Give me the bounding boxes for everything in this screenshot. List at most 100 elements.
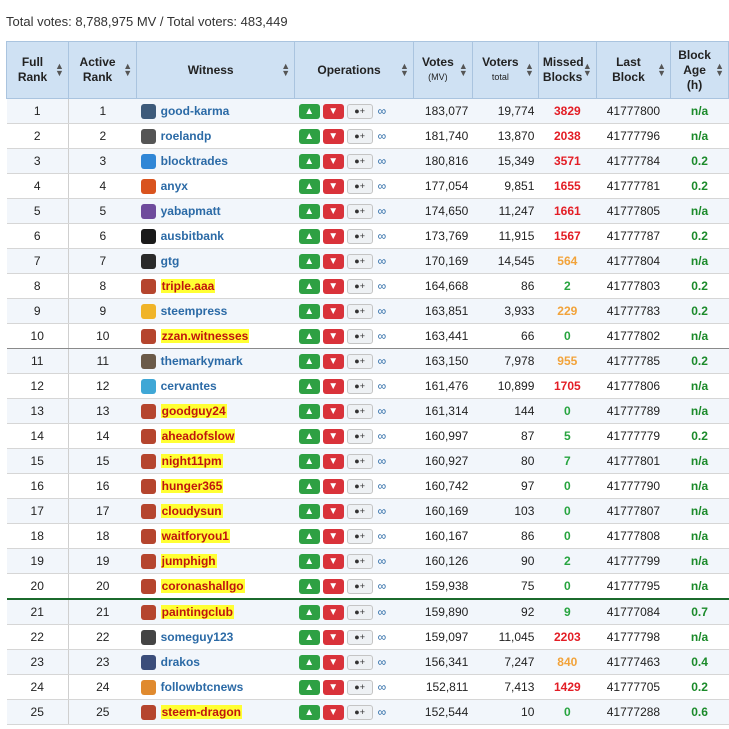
link-icon[interactable]: ∞ xyxy=(378,429,387,443)
col-voters[interactable]: Voters total ▲ ▼ xyxy=(471,41,539,99)
witness-name-link[interactable]: roelandp xyxy=(161,129,212,143)
add-user-icon[interactable]: ●+ xyxy=(346,578,373,594)
witness-name-link[interactable]: steempress xyxy=(161,304,228,318)
witness-name-link[interactable]: steem-dragon xyxy=(160,705,242,719)
link-icon[interactable]: ∞ xyxy=(378,379,387,393)
add-user-icon[interactable]: ●+ xyxy=(346,704,373,720)
thumbs-up-icon[interactable]: ▲ xyxy=(298,629,320,645)
witness-name-link[interactable]: blocktrades xyxy=(161,154,228,168)
thumbs-down-icon[interactable]: ▼ xyxy=(322,328,344,344)
witness-name-link[interactable]: zzan.witnesses xyxy=(160,329,250,343)
link-icon[interactable]: ∞ xyxy=(378,705,387,719)
witness-name-link[interactable]: hunger365 xyxy=(160,479,224,493)
link-icon[interactable]: ∞ xyxy=(378,354,387,368)
link-icon[interactable]: ∞ xyxy=(378,554,387,568)
thumbs-up-icon[interactable]: ▲ xyxy=(298,604,320,620)
thumbs-down-icon[interactable]: ▼ xyxy=(322,228,344,244)
thumbs-down-icon[interactable]: ▼ xyxy=(322,679,344,695)
link-icon[interactable]: ∞ xyxy=(378,630,387,644)
add-user-icon[interactable]: ●+ xyxy=(346,503,373,519)
link-icon[interactable]: ∞ xyxy=(378,529,387,543)
witness-name-link[interactable]: gtg xyxy=(161,254,180,268)
col-witness[interactable]: Witness ▲ ▼ xyxy=(136,41,296,99)
thumbs-down-icon[interactable]: ▼ xyxy=(322,178,344,194)
thumbs-down-icon[interactable]: ▼ xyxy=(322,478,344,494)
thumbs-up-icon[interactable]: ▲ xyxy=(298,303,320,319)
add-user-icon[interactable]: ●+ xyxy=(346,153,373,169)
link-icon[interactable]: ∞ xyxy=(378,279,387,293)
thumbs-down-icon[interactable]: ▼ xyxy=(322,453,344,469)
add-user-icon[interactable]: ●+ xyxy=(346,103,373,119)
link-icon[interactable]: ∞ xyxy=(378,329,387,343)
thumbs-up-icon[interactable]: ▲ xyxy=(298,253,320,269)
thumbs-up-icon[interactable]: ▲ xyxy=(298,503,320,519)
col-votes[interactable]: Votes (MV) ▲ ▼ xyxy=(412,41,473,99)
thumbs-down-icon[interactable]: ▼ xyxy=(322,303,344,319)
thumbs-up-icon[interactable]: ▲ xyxy=(298,153,320,169)
col-active-rank[interactable]: Active Rank ▲ ▼ xyxy=(67,41,138,99)
add-user-icon[interactable]: ●+ xyxy=(346,253,373,269)
link-icon[interactable]: ∞ xyxy=(378,154,387,168)
thumbs-down-icon[interactable]: ▼ xyxy=(322,629,344,645)
col-last-block[interactable]: Last Block ▲ ▼ xyxy=(595,41,672,99)
link-icon[interactable]: ∞ xyxy=(378,129,387,143)
thumbs-up-icon[interactable]: ▲ xyxy=(298,478,320,494)
add-user-icon[interactable]: ●+ xyxy=(346,178,373,194)
add-user-icon[interactable]: ●+ xyxy=(346,203,373,219)
add-user-icon[interactable]: ●+ xyxy=(346,303,373,319)
add-user-icon[interactable]: ●+ xyxy=(346,378,373,394)
witness-name-link[interactable]: yabapmatt xyxy=(161,204,221,218)
thumbs-down-icon[interactable]: ▼ xyxy=(322,128,344,144)
witness-name-link[interactable]: anyx xyxy=(161,179,188,193)
witness-name-link[interactable]: aheadofslow xyxy=(160,429,236,443)
link-icon[interactable]: ∞ xyxy=(378,479,387,493)
add-user-icon[interactable]: ●+ xyxy=(346,604,373,620)
thumbs-up-icon[interactable]: ▲ xyxy=(298,578,320,594)
thumbs-down-icon[interactable]: ▼ xyxy=(322,378,344,394)
col-operations[interactable]: Operations ▲ ▼ xyxy=(294,41,414,99)
thumbs-up-icon[interactable]: ▲ xyxy=(298,453,320,469)
witness-name-link[interactable]: themarkymark xyxy=(161,354,243,368)
thumbs-up-icon[interactable]: ▲ xyxy=(298,654,320,670)
add-user-icon[interactable]: ●+ xyxy=(346,428,373,444)
witness-name-link[interactable]: drakos xyxy=(161,655,200,669)
thumbs-up-icon[interactable]: ▲ xyxy=(298,403,320,419)
witness-name-link[interactable]: ausbitbank xyxy=(161,229,224,243)
col-missed-blocks[interactable]: Missed Blocks ▲ ▼ xyxy=(537,41,597,99)
link-icon[interactable]: ∞ xyxy=(378,404,387,418)
link-icon[interactable]: ∞ xyxy=(378,655,387,669)
link-icon[interactable]: ∞ xyxy=(378,304,387,318)
thumbs-up-icon[interactable]: ▲ xyxy=(298,128,320,144)
thumbs-down-icon[interactable]: ▼ xyxy=(322,528,344,544)
thumbs-up-icon[interactable]: ▲ xyxy=(298,228,320,244)
link-icon[interactable]: ∞ xyxy=(378,179,387,193)
witness-name-link[interactable]: cloudysun xyxy=(160,504,223,518)
thumbs-up-icon[interactable]: ▲ xyxy=(298,528,320,544)
add-user-icon[interactable]: ●+ xyxy=(346,453,373,469)
thumbs-down-icon[interactable]: ▼ xyxy=(322,503,344,519)
witness-name-link[interactable]: jumphigh xyxy=(160,554,217,568)
thumbs-up-icon[interactable]: ▲ xyxy=(298,278,320,294)
thumbs-down-icon[interactable]: ▼ xyxy=(322,704,344,720)
witness-name-link[interactable]: followbtcnews xyxy=(161,680,244,694)
add-user-icon[interactable]: ●+ xyxy=(346,679,373,695)
thumbs-down-icon[interactable]: ▼ xyxy=(322,103,344,119)
link-icon[interactable]: ∞ xyxy=(378,204,387,218)
add-user-icon[interactable]: ●+ xyxy=(346,128,373,144)
thumbs-down-icon[interactable]: ▼ xyxy=(322,604,344,620)
thumbs-up-icon[interactable]: ▲ xyxy=(298,704,320,720)
add-user-icon[interactable]: ●+ xyxy=(346,478,373,494)
thumbs-down-icon[interactable]: ▼ xyxy=(322,278,344,294)
witness-name-link[interactable]: waitforyou1 xyxy=(160,529,230,543)
add-user-icon[interactable]: ●+ xyxy=(346,328,373,344)
link-icon[interactable]: ∞ xyxy=(378,504,387,518)
link-icon[interactable]: ∞ xyxy=(378,454,387,468)
thumbs-down-icon[interactable]: ▼ xyxy=(322,578,344,594)
thumbs-up-icon[interactable]: ▲ xyxy=(298,328,320,344)
add-user-icon[interactable]: ●+ xyxy=(346,353,373,369)
col-full-rank[interactable]: Full Rank ▲ ▼ xyxy=(6,41,69,99)
thumbs-down-icon[interactable]: ▼ xyxy=(322,203,344,219)
witness-name-link[interactable]: good-karma xyxy=(161,104,230,118)
thumbs-up-icon[interactable]: ▲ xyxy=(298,178,320,194)
thumbs-down-icon[interactable]: ▼ xyxy=(322,403,344,419)
